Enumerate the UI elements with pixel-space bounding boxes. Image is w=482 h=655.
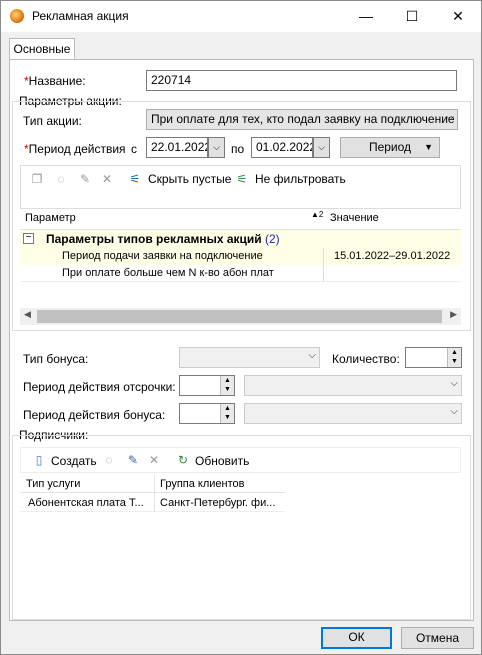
chevron-down-icon: ⌵: [450, 406, 458, 417]
date-from-dropdown[interactable]: ⌵: [208, 137, 225, 158]
spin-down-icon[interactable]: ▼: [220, 385, 234, 395]
quantity-stepper[interactable]: ▲ ▼: [405, 347, 462, 368]
refresh-button[interactable]: Обновить: [195, 454, 249, 468]
view-icon[interactable]: ◌: [101, 452, 117, 468]
scroll-left-icon[interactable]: ◀: [24, 309, 31, 320]
bonus-period-stepper[interactable]: ▲ ▼: [179, 403, 235, 424]
close-button[interactable]: ✕: [435, 1, 481, 32]
date-to-field[interactable]: 01.02.2022: [251, 137, 313, 158]
col-service[interactable]: Тип услуги: [26, 478, 80, 490]
type-combo-value: При оплате для тех, кто подал заявку на …: [151, 112, 455, 126]
triangle-down-icon: ▼: [424, 142, 433, 152]
ok-button[interactable]: ОК: [321, 627, 392, 649]
date-from-field[interactable]: 22.01.2022: [146, 137, 208, 158]
table-row[interactable]: При оплате больше чем N к-во абон плат: [20, 265, 461, 282]
scroll-right-icon[interactable]: ▶: [450, 309, 457, 320]
copy-icon[interactable]: ❐: [29, 171, 45, 187]
date-to-dropdown[interactable]: ⌵: [313, 137, 330, 158]
hide-empty-icon: ⚟: [129, 172, 141, 186]
delete-icon[interactable]: ✕: [146, 452, 162, 468]
row-group: Санкт-Петербург. фи...: [160, 497, 276, 509]
from-label: с: [131, 142, 137, 156]
to-label: по: [231, 142, 245, 156]
chevron-down-icon: ⌵: [450, 378, 458, 389]
row-service: Абонентская плата Т...: [28, 497, 144, 509]
edit-icon[interactable]: ✎: [125, 452, 141, 468]
row-param: При оплате больше чем N к-во абон плат: [62, 267, 274, 279]
col-value[interactable]: Значение: [330, 212, 379, 224]
scroll-thumb[interactable]: [37, 310, 442, 323]
new-document-icon: ▯: [35, 453, 43, 467]
period-button[interactable]: Период ▼: [340, 137, 440, 158]
bonus-period-label: Период действия бонуса:: [23, 408, 166, 422]
group-title: Параметры типов рекламных акций: [46, 232, 262, 246]
column-divider: [323, 248, 324, 282]
spin-down-icon[interactable]: ▼: [447, 357, 461, 367]
no-filter-button[interactable]: Не фильтровать: [255, 172, 346, 186]
grid-group-row[interactable]: − Параметры типов рекламных акций (2): [20, 230, 461, 248]
app-icon: [10, 9, 24, 23]
delete-icon[interactable]: ✕: [99, 171, 115, 187]
spin-down-icon[interactable]: ▼: [220, 413, 234, 423]
maximize-button[interactable]: ☐: [389, 1, 435, 32]
bonus-period-combo[interactable]: ⌵: [244, 403, 462, 424]
defer-period-combo[interactable]: ⌵: [244, 375, 462, 396]
filter-icon: ⚟: [236, 172, 248, 186]
tab-main[interactable]: Основные: [9, 38, 75, 60]
refresh-icon: ↻: [177, 453, 189, 467]
collapse-icon[interactable]: −: [23, 233, 34, 244]
chevron-down-icon: ⌵: [308, 350, 316, 361]
table-row[interactable]: Период подачи заявки на подключение 15.0…: [20, 248, 461, 265]
hide-empty-button[interactable]: Скрыть пустые: [148, 172, 231, 186]
col-group[interactable]: Группа клиентов: [160, 478, 245, 490]
name-label: *Название:: [24, 74, 86, 88]
cancel-button[interactable]: Отмена: [401, 627, 474, 649]
type-combo[interactable]: При оплате для тех, кто подал заявку на …: [146, 109, 458, 130]
dialog-window: Рекламная акция — ☐ ✕ Основные *Название…: [0, 0, 482, 655]
sort-indicator: ▲2: [311, 210, 324, 219]
column-divider: [154, 475, 155, 512]
group-count: (2): [265, 232, 280, 246]
defer-period-label: Период действия отсрочки:: [23, 380, 176, 394]
period-label: *Период действия: [24, 142, 126, 156]
window-title: Рекламная акция: [32, 9, 129, 23]
horizontal-scrollbar[interactable]: ◀ ▶: [20, 308, 461, 325]
title-bar: Рекламная акция — ☐ ✕: [1, 1, 481, 32]
minimize-button[interactable]: —: [343, 1, 389, 32]
col-param[interactable]: Параметр: [25, 212, 76, 224]
quantity-label: Количество:: [332, 352, 400, 366]
table-row[interactable]: Абонентская плата Т... Санкт-Петербург. …: [20, 494, 285, 512]
grid-header: Параметр ▲2 Значение: [20, 209, 461, 230]
edit-icon[interactable]: ✎: [77, 171, 93, 187]
bonus-type-combo[interactable]: ⌵: [179, 347, 320, 368]
header-divider: [20, 492, 285, 493]
create-button[interactable]: Создать: [51, 454, 97, 468]
chevron-down-icon: ⌵: [446, 112, 454, 123]
bonus-type-label: Тип бонуса:: [23, 352, 89, 366]
view-icon[interactable]: ◌: [53, 171, 69, 187]
period-button-label: Период: [368, 140, 412, 154]
type-label: Тип акции:: [23, 114, 82, 128]
name-field[interactable]: 220714: [146, 70, 457, 91]
defer-period-stepper[interactable]: ▲ ▼: [179, 375, 235, 396]
